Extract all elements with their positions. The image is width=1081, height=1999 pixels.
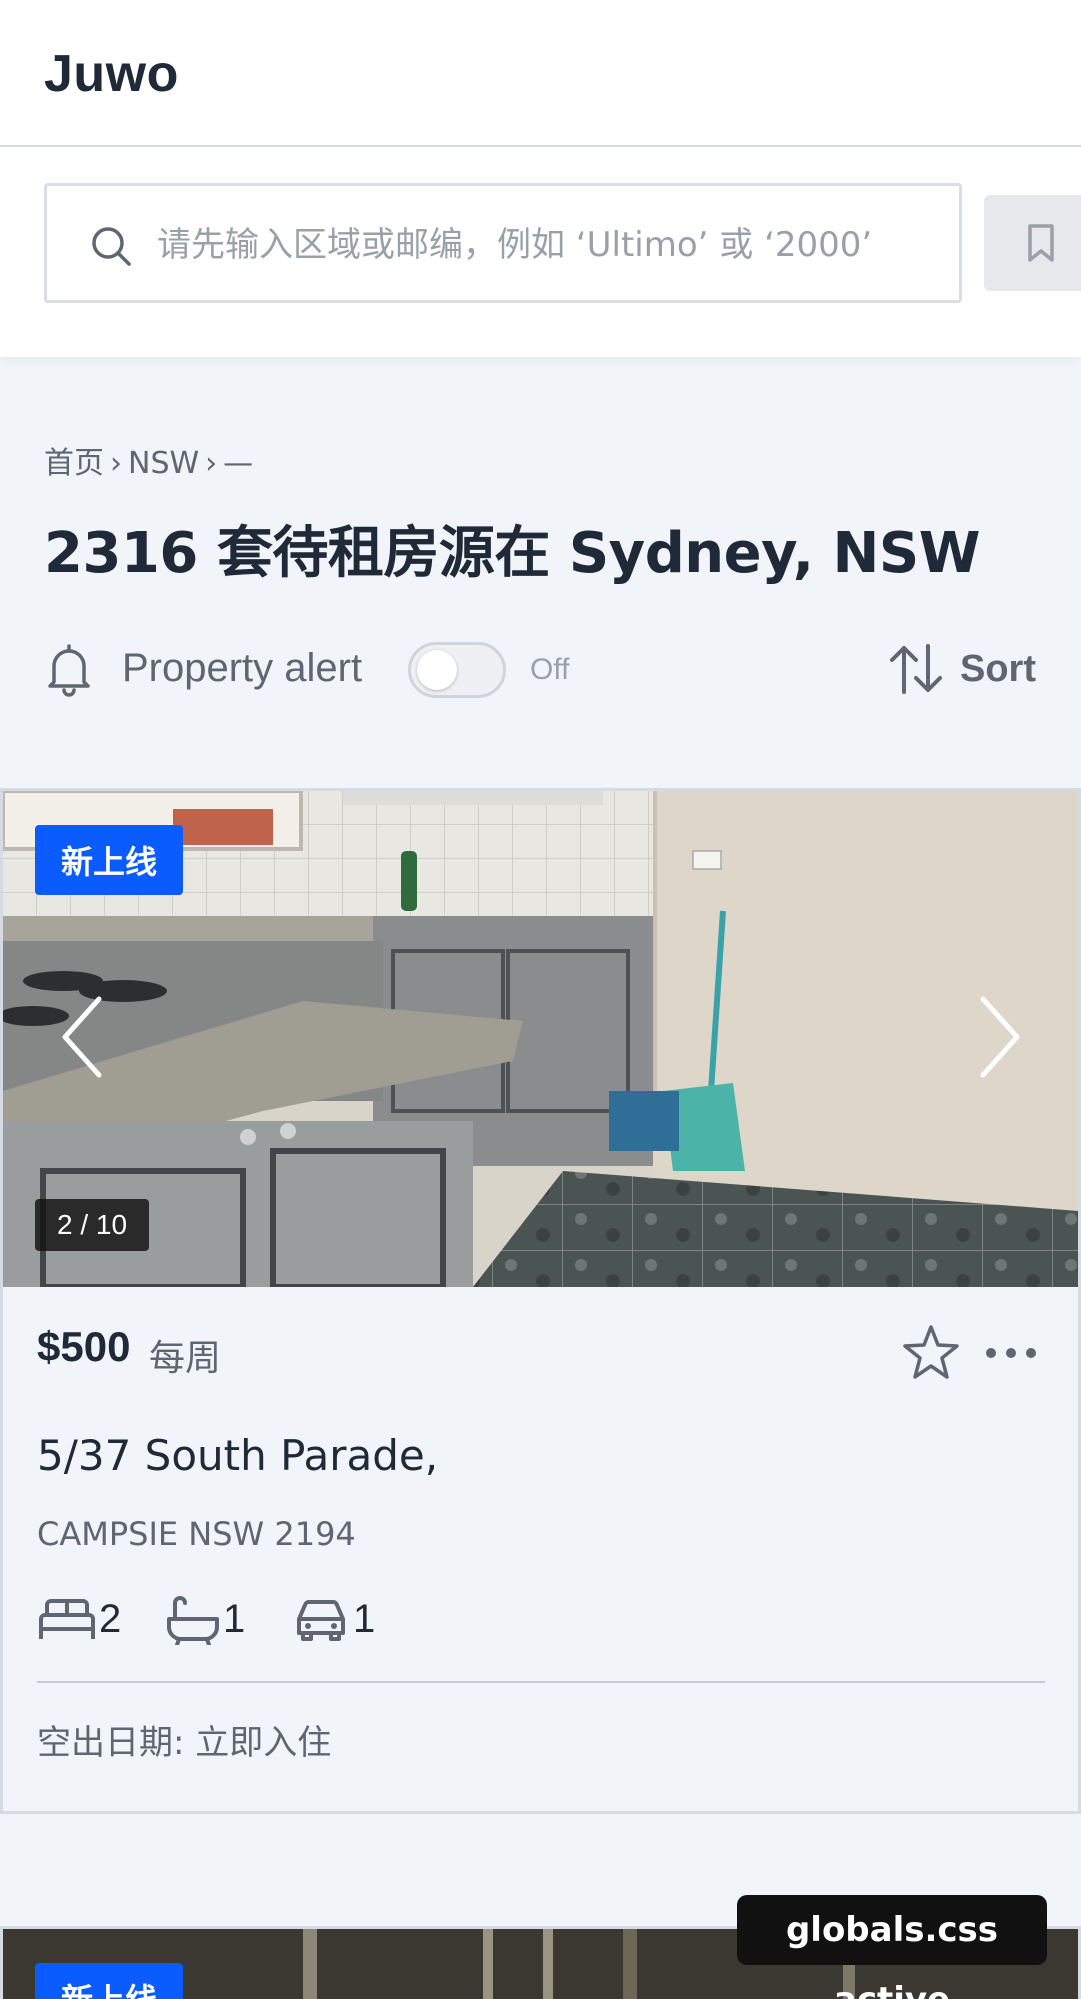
availability-date: 空出日期: 立即入住 (37, 1723, 332, 1763)
listing-photo[interactable]: 新上线 2 / 10 (3, 791, 1078, 1287)
search-box[interactable] (44, 183, 962, 303)
bedrooms-feature: 2 (37, 1591, 127, 1647)
sort-button[interactable]: Sort (884, 636, 1044, 702)
card-divider (37, 1681, 1045, 1683)
bedrooms-count: 2 (99, 1597, 122, 1641)
parking-count: 1 (353, 1597, 376, 1641)
toggle-state-label: Off (530, 653, 570, 686)
star-icon[interactable] (901, 1323, 961, 1383)
breadcrumb-state[interactable]: NSW (128, 446, 199, 481)
listing-price: $500 (37, 1323, 131, 1370)
sort-icon (890, 644, 942, 694)
breadcrumb-separator: › (205, 446, 218, 481)
listing-card[interactable]: 新上线 2 / 10 $500 每周 5/37 South Parade, CA… (0, 788, 1081, 1814)
bathrooms-count: 1 (223, 1597, 246, 1641)
price-period: 每周 (149, 1338, 222, 1379)
more-icon[interactable] (981, 1333, 1041, 1373)
alert-sort-row: Property alert Off Sort (44, 636, 1044, 706)
saved-searches-button[interactable] (984, 195, 1081, 291)
listing-street[interactable]: 5/37 South Parade, (37, 1431, 438, 1480)
bell-icon (48, 644, 90, 697)
search-input[interactable] (157, 210, 947, 280)
page-title: 2316 套待租房源在 Sydney, NSW (44, 521, 981, 586)
search-bar (0, 147, 1081, 357)
breadcrumb-separator: › (110, 446, 122, 481)
status-toast: globals.css active (737, 1895, 1047, 1999)
sort-label: Sort (960, 648, 1036, 690)
bookmark-icon (1028, 224, 1054, 262)
price-row: $500 每周 (37, 1323, 1037, 1383)
top-bar: Juwo (0, 0, 1081, 147)
parking-feature: 1 (293, 1591, 383, 1647)
breadcrumb-current: — (223, 446, 254, 481)
new-listing-badge: 新上线 (35, 825, 184, 895)
breadcrumb: 首页 › NSW › — (44, 438, 253, 482)
bed-icon (39, 1599, 95, 1639)
listing-suburb: CAMPSIE NSW 2194 (37, 1515, 356, 1553)
toggle-knob (417, 650, 457, 690)
search-icon (92, 227, 131, 266)
property-alert-toggle[interactable] (408, 642, 506, 698)
new-listing-badge: 新上线 (35, 1963, 184, 1999)
bathrooms-feature: 1 (165, 1591, 255, 1647)
chevron-left-icon[interactable] (53, 987, 113, 1087)
image-counter: 2 / 10 (35, 1199, 150, 1251)
chevron-right-icon[interactable] (969, 987, 1029, 1087)
property-alert-label: Property alert (122, 646, 363, 690)
listing-features: 2 1 1 (37, 1591, 637, 1647)
bath-icon (167, 1596, 219, 1645)
brand-logo[interactable]: Juwo (44, 44, 179, 104)
breadcrumb-home[interactable]: 首页 (44, 446, 104, 481)
car-icon (297, 1600, 345, 1641)
